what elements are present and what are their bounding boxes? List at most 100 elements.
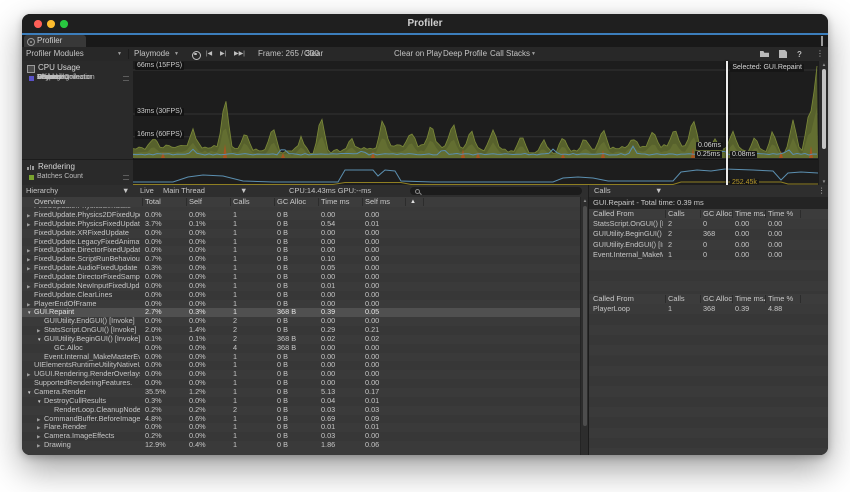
collapse-funnel-icon[interactable]: ▲ bbox=[410, 197, 416, 207]
expand-arrow-icon[interactable]: ▶ bbox=[27, 255, 30, 264]
expand-arrow-icon[interactable]: ▶ bbox=[37, 432, 40, 441]
view-mode-dropdown[interactable]: Hierarchy bbox=[26, 185, 58, 197]
close-window-button[interactable] bbox=[34, 20, 42, 28]
column-time[interactable]: Time % bbox=[768, 294, 793, 304]
module-item-batches-count[interactable]: Batches Count bbox=[22, 173, 133, 181]
module-item-rendering[interactable]: Rendering bbox=[22, 82, 133, 90]
module-item-animation[interactable]: Animation bbox=[22, 105, 133, 113]
kebab-menu-icon[interactable]: ⋮ bbox=[816, 47, 824, 61]
record-icon[interactable] bbox=[192, 51, 201, 60]
table-row-fixedupdate-legacyfixedanimationupdate[interactable]: FixedUpdate.LegacyFixedAnimationUpdate0.… bbox=[22, 238, 580, 247]
scrollbar-thumb[interactable] bbox=[583, 206, 587, 426]
table-row-fixedupdate-directorfixedupdate[interactable]: ▶FixedUpdate.DirectorFixedUpdate0.0%0.0%… bbox=[22, 246, 580, 255]
column-gc-alloc[interactable]: GC Alloc bbox=[703, 209, 732, 219]
expand-arrow-icon[interactable]: ▶ bbox=[37, 441, 40, 450]
column-self-ms[interactable]: Self ms bbox=[365, 197, 390, 207]
column-time-ms[interactable]: Time ms bbox=[321, 197, 349, 207]
table-row-renderloop-cleanupnodes[interactable]: RenderLoop.CleanupNodes0.2%0.2%20 B0.030… bbox=[22, 406, 580, 415]
module-item-ui[interactable]: UI bbox=[22, 136, 133, 144]
chevron-down-icon[interactable]: ▼ bbox=[117, 47, 122, 61]
table-row-guiutility-begingui-invoke[interactable]: ▼GUIUtility.BeginGUI() [Invoke]0.1%0.1%2… bbox=[22, 335, 580, 344]
module-item-scripts[interactable]: Scripts bbox=[22, 90, 133, 98]
table-row-flare-render[interactable]: ▶Flare.Render0.0%0.0%10 B0.010.01 bbox=[22, 423, 580, 432]
expand-arrow-icon[interactable]: ▶ bbox=[27, 300, 30, 309]
chevron-down-icon[interactable]: ▼ bbox=[174, 47, 179, 61]
calls-row-statsscript-ongui-invoke[interactable]: StatsScript.OnGUI() [Invoke]200.000.00 bbox=[589, 219, 828, 229]
save-profile-icon[interactable] bbox=[779, 50, 787, 58]
collapse-arrow-icon[interactable]: ▼ bbox=[37, 335, 41, 344]
selected-frame-marker[interactable] bbox=[726, 61, 728, 185]
profiler-modules-dropdown[interactable]: Profiler Modules bbox=[26, 47, 84, 61]
table-row-fixedupdate-clearlines[interactable]: FixedUpdate.ClearLines0.0%0.0%10 B0.000.… bbox=[22, 291, 580, 300]
table-row-gc-alloc[interactable]: GC.Alloc0.0%0.0%4368 B0.000.00 bbox=[22, 344, 580, 353]
tab-profiler[interactable]: Profiler bbox=[24, 35, 86, 47]
search-input[interactable] bbox=[410, 187, 582, 196]
table-row-fixedupdate-audiofixedupdate[interactable]: ▶FixedUpdate.AudioFixedUpdate0.3%0.0%10 … bbox=[22, 264, 580, 273]
collapse-arrow-icon[interactable]: ▼ bbox=[37, 397, 41, 406]
table-row-uielementsruntimeutilitynativeupdate[interactable]: UIElementsRuntimeUtilityNativeUpdate0.0%… bbox=[22, 361, 580, 370]
table-row-fixedupdate-xrfixedupdate[interactable]: FixedUpdate.XRFixedUpdate0.0%0.0%10 B0.0… bbox=[22, 229, 580, 238]
column-overview[interactable]: Overview bbox=[34, 197, 65, 207]
expand-arrow-icon[interactable]: ▶ bbox=[27, 211, 30, 220]
expand-arrow-icon[interactable]: ▶ bbox=[27, 246, 30, 255]
table-row-fixedupdate-directorfixedsamplecallback[interactable]: FixedUpdate.DirectorFixedSampleCallback0… bbox=[22, 273, 580, 282]
column-gc-alloc[interactable]: GC Alloc bbox=[277, 197, 306, 207]
column-calls[interactable]: Calls bbox=[668, 294, 685, 304]
expand-arrow-icon[interactable]: ▶ bbox=[27, 370, 30, 379]
column-time[interactable]: Time % bbox=[768, 209, 793, 219]
help-icon[interactable]: ? bbox=[797, 48, 802, 62]
table-row-gui-repaint[interactable]: ▼GUI.Repaint2.7%0.3%1368 B0.390.05 bbox=[22, 308, 580, 317]
expand-arrow-icon[interactable]: ▶ bbox=[37, 415, 40, 424]
target-mode-dropdown[interactable]: Playmode bbox=[134, 47, 170, 61]
zoom-window-button[interactable] bbox=[60, 20, 68, 28]
load-profile-icon[interactable] bbox=[760, 50, 769, 57]
first-frame-button[interactable]: |◀ bbox=[206, 47, 212, 61]
column-total[interactable]: Total bbox=[145, 197, 161, 207]
module-header-cpu[interactable]: CPU Usage bbox=[22, 63, 133, 73]
expand-arrow-icon[interactable]: ▶ bbox=[37, 423, 40, 432]
table-row-drawing[interactable]: ▶Drawing12.9%0.4%10 B1.860.06 bbox=[22, 441, 580, 450]
module-item-vsync[interactable]: VSync bbox=[22, 121, 133, 129]
column-called-from[interactable]: Called From bbox=[593, 294, 634, 304]
title-bar[interactable]: Profiler bbox=[22, 14, 828, 33]
table-row-camera-render[interactable]: ▼Camera.Render35.5%1.2%10 B5.130.17 bbox=[22, 388, 580, 397]
current-frame-button[interactable]: ▶▶| bbox=[234, 47, 245, 61]
chevron-down-icon[interactable]: ▼ bbox=[531, 47, 536, 61]
next-frame-button[interactable]: ▶| bbox=[220, 47, 226, 61]
table-row-fixedupdate-physics2dfixedupdate[interactable]: ▶FixedUpdate.Physics2DFixedUpdate0.0%0.0… bbox=[22, 211, 580, 220]
table-row-ugui-rendering-renderoverlays[interactable]: ▶UGUI.Rendering.RenderOverlays0.0%0.0%10… bbox=[22, 370, 580, 379]
calls-row-playerloop[interactable]: PlayerLoop13680.394.88 bbox=[589, 304, 828, 314]
table-row-statsscript-ongui-invoke[interactable]: ▶StatsScript.OnGUI() [Invoke]2.0%1.4%20 … bbox=[22, 326, 580, 335]
table-row-playerendofframe[interactable]: ▶PlayerEndOfFrame0.0%0.0%10 B0.000.00 bbox=[22, 300, 580, 309]
live-toggle[interactable]: Live bbox=[140, 185, 154, 197]
table-row-guiutility-endgui-invoke[interactable]: GUIUtility.EndGUI() [Invoke]0.0%0.0%20 B… bbox=[22, 317, 580, 326]
column-time-ms[interactable]: Time ms▴ bbox=[735, 294, 766, 304]
clear-button[interactable]: Clear bbox=[304, 47, 323, 61]
chevron-down-icon[interactable]: ▼ bbox=[122, 185, 129, 197]
table-row-supportedrenderingfeatures[interactable]: SupportedRenderingFeatures.0.0%0.0%10 B0… bbox=[22, 379, 580, 388]
scroll-down-icon[interactable]: ▼ bbox=[819, 179, 828, 184]
column-calls[interactable]: Calls bbox=[668, 209, 685, 219]
table-row-fixedupdate-scriptrunbehaviourfixedupdate[interactable]: ▶FixedUpdate.ScriptRunBehaviourFixedUpda… bbox=[22, 255, 580, 264]
scroll-up-icon[interactable]: ▲ bbox=[819, 62, 828, 67]
module-item-physics[interactable]: Physics bbox=[22, 97, 133, 105]
clear-on-play-toggle[interactable]: Clear on Play bbox=[394, 47, 442, 61]
expand-arrow-icon[interactable]: ▶ bbox=[37, 326, 40, 335]
table-row-commandbuffer-beforeimageeffects[interactable]: ▶CommandBuffer.BeforeImageEffects4.8%0.6… bbox=[22, 415, 580, 424]
expand-arrow-icon[interactable]: ▶ bbox=[27, 282, 30, 291]
table-row-event-internal-makemastereventcurrent[interactable]: Event.Internal_MakeMasterEventCurrent0.0… bbox=[22, 353, 580, 362]
column-calls[interactable]: Calls bbox=[233, 197, 250, 207]
scrollbar-thumb[interactable] bbox=[822, 69, 826, 149]
chart-scrollbar[interactable]: ▲ ▼ bbox=[818, 61, 828, 185]
table-row-camera-imageeffects[interactable]: ▶Camera.ImageEffects0.2%0.0%10 B0.030.00 bbox=[22, 432, 580, 441]
module-item-garbagecollector[interactable]: GarbageCollector bbox=[22, 113, 133, 121]
expand-arrow-icon[interactable]: ▶ bbox=[27, 220, 30, 229]
table-row-destroycullresults[interactable]: ▼DestroyCullResults0.3%0.0%10 B0.040.01 bbox=[22, 397, 580, 406]
collapse-arrow-icon[interactable]: ▼ bbox=[27, 308, 31, 317]
expand-arrow-icon[interactable]: ▶ bbox=[27, 264, 30, 273]
chevron-down-icon[interactable]: ▼ bbox=[240, 185, 247, 197]
table-row-fixedupdate-newinputfixedupdate[interactable]: ▶FixedUpdate.NewInputFixedUpdate0.0%0.0%… bbox=[22, 282, 580, 291]
column-self[interactable]: Self bbox=[189, 197, 202, 207]
chevron-down-icon[interactable]: ▼ bbox=[655, 185, 662, 197]
table-row-fixedupdate-physicsfixedupdate[interactable]: ▶FixedUpdate.PhysicsFixedUpdate3.7%0.1%1… bbox=[22, 220, 580, 229]
